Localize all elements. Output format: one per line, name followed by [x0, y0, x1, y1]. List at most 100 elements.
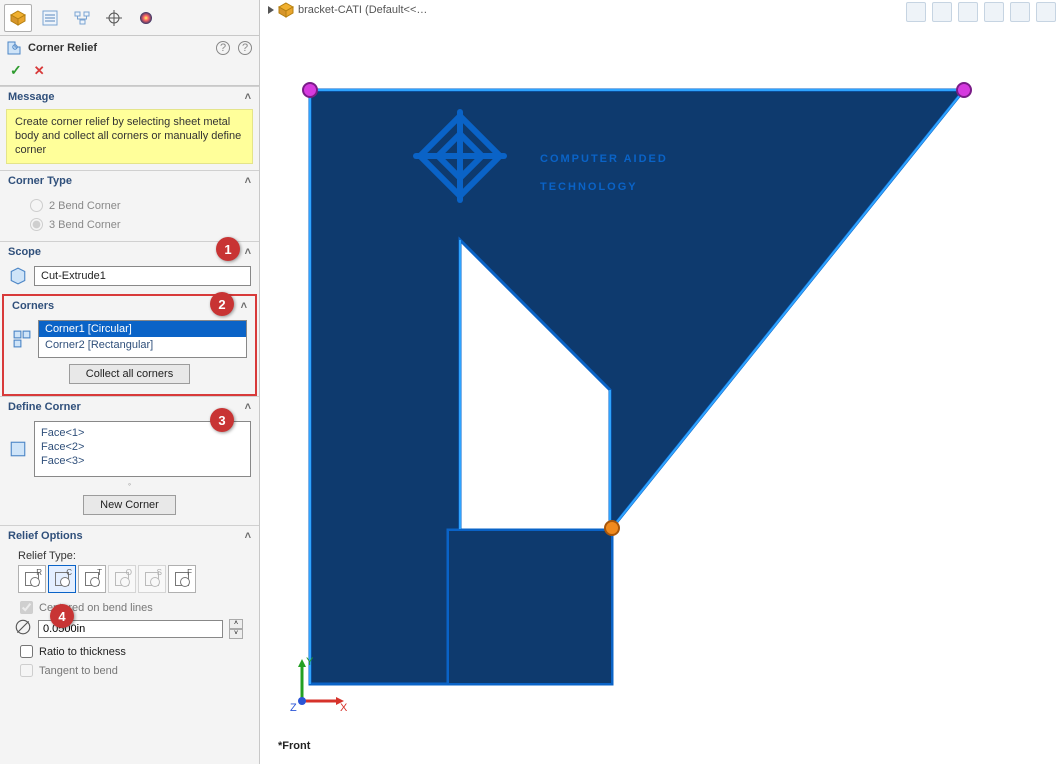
list-item[interactable]: Face<3>	[41, 454, 244, 468]
spin-down[interactable]: ˅	[229, 629, 243, 639]
section-corner-type: Corner Type ˄ 2 Bend Corner 3 Bend Corner	[0, 170, 259, 241]
face-icon	[8, 439, 28, 459]
relief-rectangular-button[interactable]: R	[18, 565, 46, 593]
svg-text:Z: Z	[290, 702, 297, 713]
list-icon	[42, 10, 58, 26]
cancel-button[interactable]: ✕	[34, 63, 45, 79]
crosshair-icon	[106, 10, 122, 26]
annotation-4: 4	[50, 604, 74, 628]
section-heading: Define Corner	[8, 401, 81, 413]
relief-full-button[interactable]: F	[168, 565, 196, 593]
view-name-label: Front	[278, 740, 310, 752]
graphics-viewport[interactable]: bracket-CATI (Default<<…	[260, 0, 1060, 764]
relief-tear-button[interactable]: T	[78, 565, 106, 593]
scope-field[interactable]: Cut-Extrude1	[34, 266, 251, 286]
chevron-up-icon[interactable]: ˄	[245, 530, 251, 542]
feature-titlebar: Corner Relief ? ?	[0, 36, 259, 58]
hierarchy-icon	[74, 10, 90, 26]
relief-circular-button[interactable]: C	[48, 565, 76, 593]
radio-2-bend[interactable]: 2 Bend Corner	[8, 195, 251, 214]
chevron-up-icon[interactable]: ˄	[245, 175, 251, 187]
body-icon	[8, 266, 28, 286]
relief-type-label: Relief Type:	[8, 550, 251, 565]
ratio-checkbox-row[interactable]: Ratio to thickness	[8, 643, 251, 662]
checkbox-label: Ratio to thickness	[39, 646, 126, 658]
tab-feature-manager[interactable]	[4, 4, 32, 32]
list-item[interactable]: Corner2 [Rectangular]	[39, 337, 246, 353]
tab-dim-expert[interactable]	[68, 4, 96, 32]
svg-text:?: ?	[242, 42, 248, 54]
vp-tool-icon[interactable]	[1010, 2, 1030, 22]
tab-appearance[interactable]	[132, 4, 160, 32]
annotation-1: 1	[216, 237, 240, 261]
section-heading: Message	[8, 91, 54, 103]
ok-button[interactable]: ✓	[10, 62, 22, 79]
expand-triangle-icon[interactable]	[268, 6, 274, 14]
chevron-up-icon[interactable]: ˄	[245, 91, 251, 103]
relief-square-button[interactable]: S	[138, 565, 166, 593]
section-heading: Scope	[8, 246, 41, 258]
panel-tabbar	[0, 0, 259, 36]
corner-relief-icon	[6, 40, 22, 56]
radio-label: 2 Bend Corner	[49, 200, 121, 212]
radio-label: 3 Bend Corner	[49, 219, 121, 231]
sphere-icon	[138, 10, 154, 26]
chevron-up-icon[interactable]: ˄	[245, 401, 251, 413]
model-face[interactable]	[310, 90, 964, 684]
feature-title: Corner Relief	[28, 42, 209, 54]
new-corner-button[interactable]: New Corner	[83, 495, 176, 515]
collect-all-corners-button[interactable]: Collect all corners	[69, 364, 190, 384]
spin-up[interactable]: ˄	[229, 619, 243, 629]
checkbox-label: Tangent to bend	[39, 665, 118, 677]
centered-checkbox-row[interactable]: Centered on bend lines	[8, 599, 251, 618]
svg-text:X: X	[340, 702, 348, 713]
model-face[interactable]	[448, 530, 612, 684]
message-text: Create corner relief by selecting sheet …	[6, 109, 253, 164]
corner-handle[interactable]	[303, 83, 317, 97]
cube-icon	[10, 10, 26, 26]
vp-tool-icon[interactable]	[1036, 2, 1056, 22]
section-heading: Relief Options	[8, 530, 83, 542]
section-heading: Corners	[12, 300, 54, 312]
view-triad[interactable]: Y X Z	[290, 653, 350, 716]
pin-icon[interactable]: ?	[237, 40, 253, 56]
feature-tree-flyout[interactable]: bracket-CATI (Default<<…	[268, 2, 427, 18]
radio-3-bend[interactable]: 3 Bend Corner	[8, 214, 251, 233]
svg-text:Y: Y	[306, 656, 314, 668]
dimension-row: ˄˅	[8, 618, 251, 643]
list-item[interactable]: Face<2>	[41, 440, 244, 454]
corner-list-icon	[12, 329, 32, 349]
svg-text:?: ?	[220, 42, 226, 54]
model-3d[interactable]: COMPUTER AIDED TECHNOLOGY	[280, 70, 1040, 710]
part-icon	[278, 2, 294, 18]
diameter-icon	[14, 618, 32, 639]
relief-obround-button[interactable]: O	[108, 565, 136, 593]
tab-configuration[interactable]	[36, 4, 64, 32]
confirm-bar: ✓ ✕	[0, 58, 259, 86]
section-relief-options: Relief Options ˄ Relief Type: R C T O S F…	[0, 525, 259, 689]
section-heading: Corner Type	[8, 175, 72, 187]
chevron-up-icon[interactable]: ˄	[245, 246, 251, 258]
list-item[interactable]: Corner1 [Circular]	[39, 321, 246, 337]
spin-buttons[interactable]: ˄˅	[229, 619, 243, 639]
help-icon[interactable]: ?	[215, 40, 231, 56]
relief-type-row: R C T O S F	[8, 565, 251, 599]
vp-tool-icon[interactable]	[958, 2, 978, 22]
vp-tool-icon[interactable]	[906, 2, 926, 22]
corners-listbox[interactable]: Corner1 [Circular] Corner2 [Rectangular]	[38, 320, 247, 358]
cati-text-line2: TECHNOLOGY	[540, 181, 638, 193]
vp-tool-icon[interactable]	[984, 2, 1004, 22]
corner-handle[interactable]	[957, 83, 971, 97]
viewport-toolbar	[906, 2, 1056, 22]
document-name[interactable]: bracket-CATI (Default<<…	[298, 4, 427, 16]
annotation-2: 2	[210, 292, 234, 316]
corner-handle-active[interactable]	[605, 521, 619, 535]
section-message: Message ˄ Create corner relief by selecti…	[0, 86, 259, 170]
cati-text-line1: COMPUTER AIDED	[540, 153, 668, 165]
vp-tool-icon[interactable]	[932, 2, 952, 22]
tangent-checkbox-row[interactable]: Tangent to bend	[8, 662, 251, 681]
property-manager-panel: Corner Relief ? ? ✓ ✕ Message ˄ Create co…	[0, 0, 260, 764]
annotation-3: 3	[210, 408, 234, 432]
tab-property[interactable]	[100, 4, 128, 32]
chevron-up-icon[interactable]: ˄	[241, 300, 247, 312]
